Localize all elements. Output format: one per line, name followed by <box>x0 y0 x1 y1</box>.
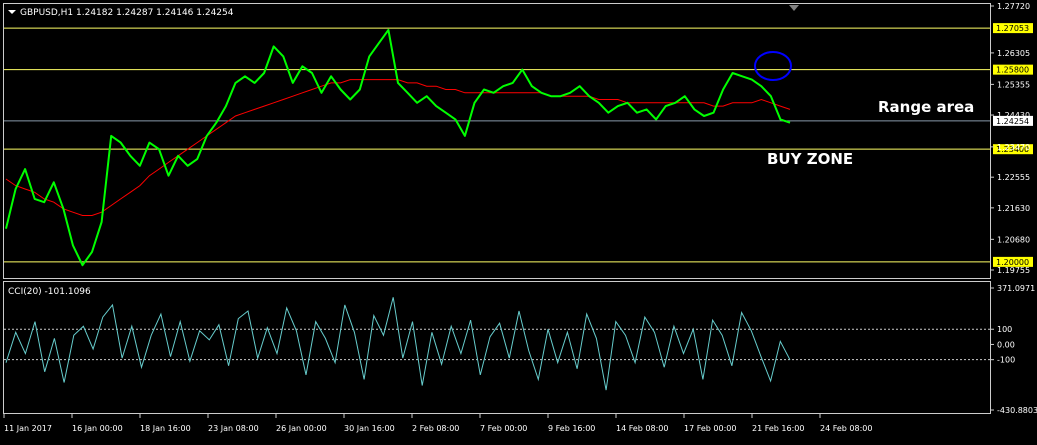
cci-tick-label: -430.8803 <box>997 406 1037 415</box>
chart-canvas: GBPUSD,H1 1.24182 1.24287 1.24146 1.2425… <box>0 0 1037 441</box>
level-label: 1.25800 <box>996 66 1029 75</box>
range-area-label: Range area <box>878 98 974 116</box>
price-tick-label: 1.27720 <box>997 2 1030 11</box>
x-tick-label: 9 Feb 16:00 <box>548 424 595 433</box>
price-tick-label: 1.24430 <box>997 111 1030 120</box>
buy-zone-label: BUY ZONE <box>767 150 853 168</box>
x-tick-label: 30 Jan 16:00 <box>344 424 395 433</box>
x-tick-label: 26 Jan 00:00 <box>276 424 327 433</box>
cci-tick-label: 371.0971 <box>997 284 1035 293</box>
price-tick-label: 1.19755 <box>997 266 1030 275</box>
x-tick-label: 18 Jan 16:00 <box>140 424 191 433</box>
x-tick-label: 17 Feb 00:00 <box>684 424 736 433</box>
x-tick-label: 7 Feb 00:00 <box>480 424 527 433</box>
x-tick-label: 16 Jan 00:00 <box>72 424 123 433</box>
x-tick-label: 2 Feb 08:00 <box>412 424 459 433</box>
x-tick-label: 21 Feb 16:00 <box>752 424 804 433</box>
symbol-header: GBPUSD,H1 1.24182 1.24287 1.24146 1.2425… <box>20 8 234 18</box>
cci-tick-label: 0.00 <box>997 340 1015 349</box>
x-tick-label: 24 Feb 08:00 <box>820 424 872 433</box>
chart-window: GBPUSD,H1 1.24182 1.24287 1.24146 1.2425… <box>0 0 1037 441</box>
cci-header: CCI(20) -101.1096 <box>8 287 91 297</box>
level-label: 1.27053 <box>996 24 1029 33</box>
x-tick-label: 14 Feb 08:00 <box>616 424 668 433</box>
price-tick-label: 1.26305 <box>997 49 1030 58</box>
price-tick-label: 1.20680 <box>997 235 1030 244</box>
cci-tick-label: -100 <box>997 356 1015 365</box>
x-tick-label: 23 Jan 08:00 <box>208 424 259 433</box>
price-tick-label: 1.22555 <box>997 173 1030 182</box>
x-tick-label: 11 Jan 2017 <box>4 424 52 433</box>
price-tick-label: 1.25355 <box>997 80 1030 89</box>
price-tick-label: 1.23470 <box>997 143 1030 152</box>
price-tick-label: 1.21630 <box>997 204 1030 213</box>
cci-tick-label: 100 <box>997 325 1012 334</box>
